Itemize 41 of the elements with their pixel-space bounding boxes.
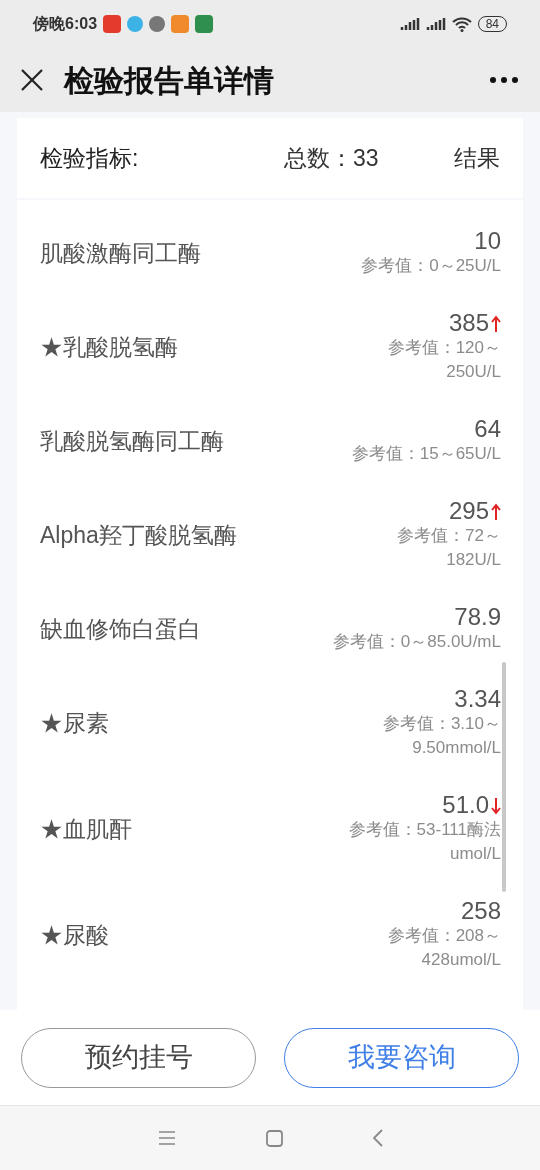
home-icon[interactable]: [265, 1129, 283, 1147]
app-icon: [127, 16, 144, 32]
total-count: 总数：33: [283, 143, 379, 173]
summary-label: 检验指标:: [40, 143, 139, 173]
close-icon: [20, 68, 44, 92]
app-icon: [171, 15, 190, 33]
wifi-icon: [451, 16, 472, 32]
page-title: 检验报告单详情: [64, 62, 275, 99]
reference-range: 参考值：0～85.0U/mL: [332, 631, 501, 653]
indicator-name: 肌酸激酶同工酶: [40, 238, 201, 268]
app-icon: [195, 15, 214, 33]
indicator-name: ★乳酸脱氢酶: [40, 332, 178, 362]
result-value: 64: [474, 416, 501, 442]
indicator-name: ★尿酸: [40, 920, 109, 950]
reference-range: 参考值：0～25U/L: [361, 255, 501, 277]
indicator-name: Alpha羟丁酸脱氢酶: [40, 520, 237, 550]
result-value: 3.34: [454, 686, 501, 712]
indicator-name: 乳酸脱氢酶同工酶: [40, 426, 224, 456]
indicator-name: ★血肌酐: [40, 814, 132, 844]
indicator-name: ★尿素: [40, 708, 109, 738]
reference-range: 参考值：208～ 428umol/L: [387, 925, 501, 971]
status-time: 傍晚6:03: [33, 14, 98, 34]
reference-range: 参考值：3.10～ 9.50mmol/L: [382, 713, 501, 759]
reference-range: 参考值：15～65U/L: [351, 443, 501, 465]
result-value: 78.9: [454, 604, 501, 630]
reference-range: 参考值：72～ 182U/L: [397, 525, 501, 571]
result-value: 10: [474, 228, 501, 254]
app-icon: [149, 16, 166, 32]
indicator-name: 缺血修饰白蛋白: [40, 614, 201, 644]
menu-icon[interactable]: [157, 1131, 176, 1145]
result-value: 385: [448, 310, 489, 336]
reference-range: 参考值：120～ 250U/L: [387, 337, 501, 383]
result-value: 258: [460, 898, 501, 924]
result-heading: 结果: [454, 143, 500, 173]
app-icon: [103, 15, 122, 33]
back-icon[interactable]: [372, 1129, 383, 1147]
signal-icon: [425, 17, 446, 31]
result-value: 51.0: [442, 792, 489, 818]
result-value: 295: [448, 498, 489, 524]
reference-range: 参考值：53-111酶法 umol/L: [348, 819, 501, 865]
signal-icon: [399, 17, 420, 31]
